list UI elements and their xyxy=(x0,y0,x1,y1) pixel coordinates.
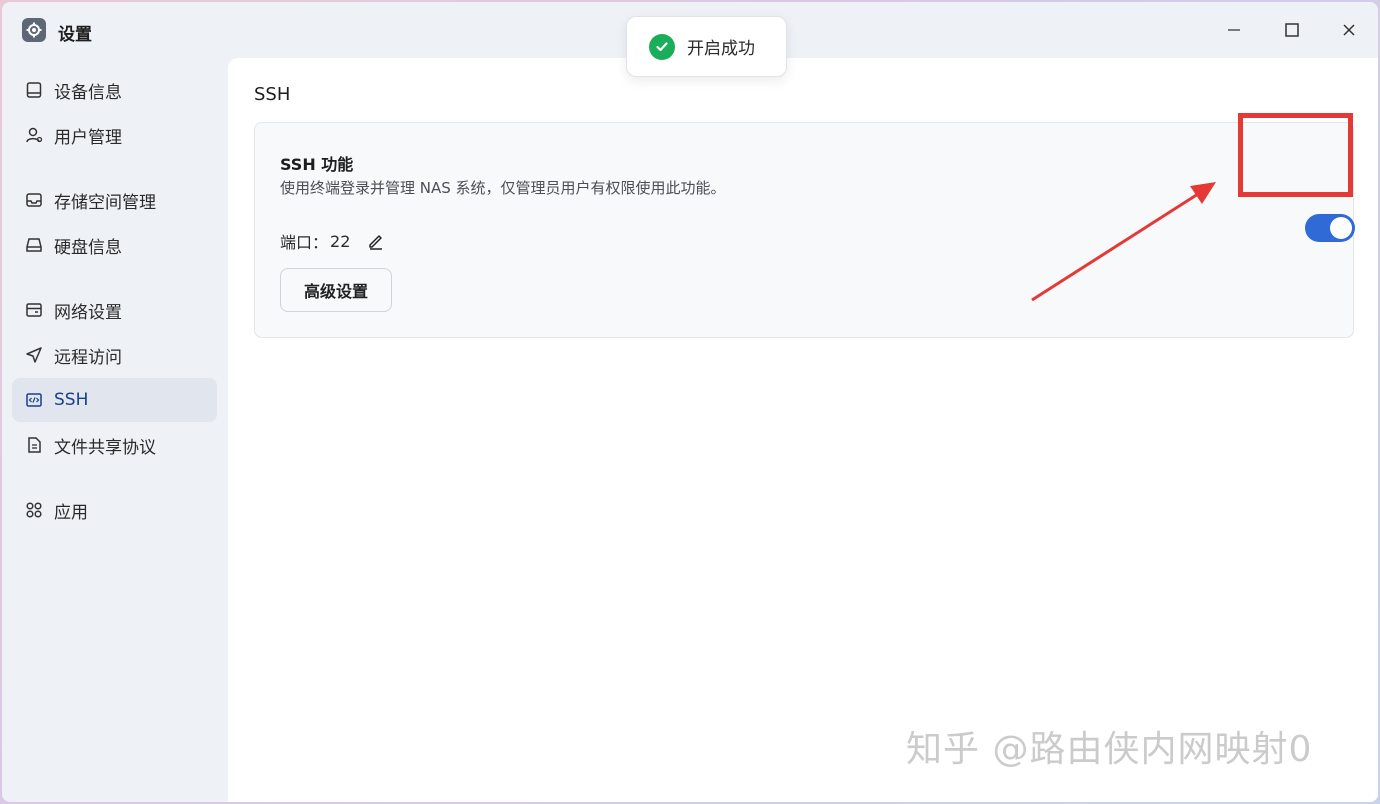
sidebar-item-label: 存储空间管理 xyxy=(54,192,156,213)
sidebar-item-label: 文件共享协议 xyxy=(54,437,156,458)
sidebar-item-label: 设备信息 xyxy=(54,82,122,103)
sidebar-item-apps[interactable]: 应用 xyxy=(12,488,217,532)
sidebar-item-label: 硬盘信息 xyxy=(54,237,122,258)
maximize-button[interactable] xyxy=(1278,16,1306,44)
minimize-icon xyxy=(1228,29,1240,31)
close-button[interactable] xyxy=(1335,16,1363,44)
watermark-text: 知乎 @路由侠内网映射0 xyxy=(906,729,1313,770)
device-icon xyxy=(24,80,44,100)
close-icon xyxy=(1343,24,1355,36)
success-toast: 开启成功 xyxy=(626,16,787,77)
toast-text: 开启成功 xyxy=(687,39,755,59)
sidebar: 设备信息 用户管理 存储空间管理 硬盘信息 网络设置 远程访问 SSH 文件共享… xyxy=(2,58,228,802)
advanced-settings-button[interactable]: 高级设置 xyxy=(280,268,392,312)
file-icon xyxy=(24,435,44,455)
sidebar-item-label: 用户管理 xyxy=(54,127,122,148)
annotation-highlight-box xyxy=(1238,113,1353,197)
sidebar-item-storage[interactable]: 存储空间管理 xyxy=(12,178,217,222)
port-value: 22 xyxy=(330,231,351,251)
toggle-knob xyxy=(1330,217,1352,239)
minimize-button[interactable] xyxy=(1220,16,1248,44)
settings-window: 设置 设备信息 用户管理 存储空间管理 硬盘信息 网络设置 远程访问 SSH 文… xyxy=(2,2,1378,802)
maximize-icon xyxy=(1285,23,1299,37)
apps-icon xyxy=(24,500,44,520)
sidebar-item-label: SSH xyxy=(54,390,89,410)
page-title: SSH xyxy=(254,84,291,105)
send-icon xyxy=(24,345,44,365)
user-icon xyxy=(24,125,44,145)
sidebar-item-device-info[interactable]: 设备信息 xyxy=(12,68,217,112)
storage-icon xyxy=(24,190,44,210)
sidebar-item-label: 应用 xyxy=(54,502,88,523)
sidebar-item-label: 远程访问 xyxy=(54,347,122,368)
sidebar-item-file-sharing[interactable]: 文件共享协议 xyxy=(12,423,217,467)
port-row: 端口： 22 xyxy=(280,229,386,253)
gear-icon xyxy=(22,18,46,42)
sidebar-item-network[interactable]: 网络设置 xyxy=(12,288,217,332)
disk-icon xyxy=(24,235,44,255)
ssh-toggle[interactable] xyxy=(1305,214,1355,242)
card-title: SSH 功能 xyxy=(280,155,354,174)
card-description: 使用终端登录并管理 NAS 系统，仅管理员用户有权限使用此功能。 xyxy=(280,179,726,197)
sidebar-item-ssh[interactable]: SSH xyxy=(12,378,217,422)
sidebar-item-user-management[interactable]: 用户管理 xyxy=(12,113,217,157)
network-icon xyxy=(24,300,44,320)
sidebar-item-disk-info[interactable]: 硬盘信息 xyxy=(12,223,217,267)
annotation-arrow xyxy=(1031,182,1216,302)
code-icon xyxy=(24,390,44,410)
edit-icon[interactable] xyxy=(366,231,386,251)
check-circle-icon xyxy=(649,33,675,60)
sidebar-item-remote-access[interactable]: 远程访问 xyxy=(12,333,217,377)
window-title: 设置 xyxy=(58,25,92,45)
sidebar-item-label: 网络设置 xyxy=(54,302,122,323)
port-label: 端口： xyxy=(280,233,329,252)
